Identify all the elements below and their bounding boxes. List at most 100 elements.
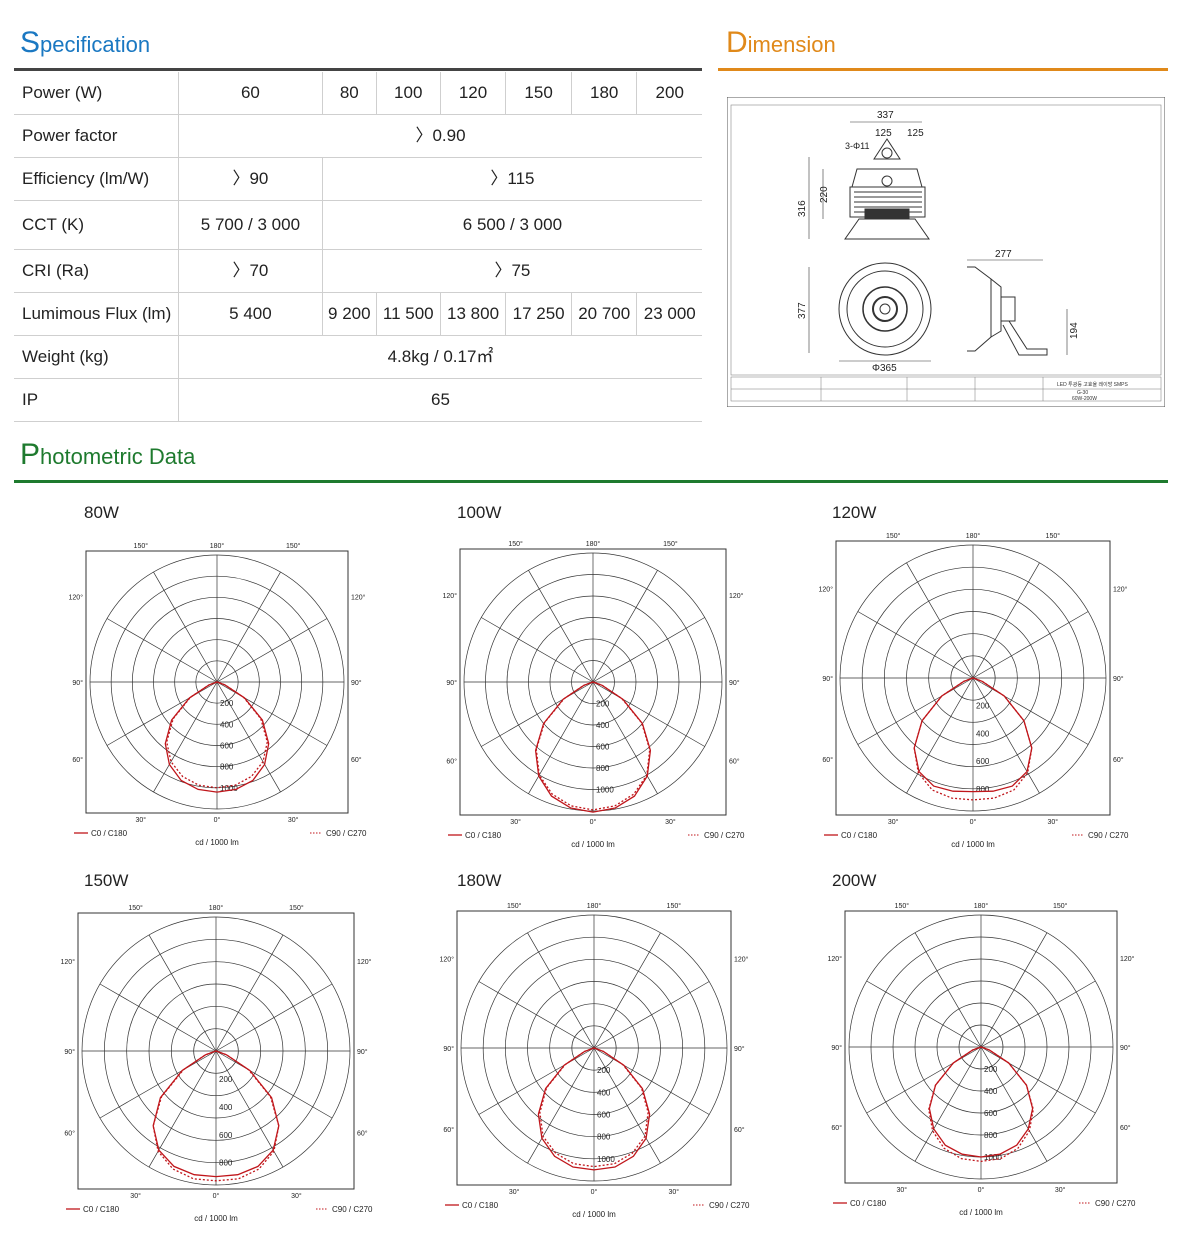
polar-angle-label: 90°: [64, 1048, 75, 1056]
spec-cell: 13 800: [440, 292, 507, 336]
polar-spoke: [906, 677, 974, 794]
polar-angle-label: 90°: [822, 675, 833, 683]
polar-angle-label: 90°: [351, 679, 362, 687]
spec-cell: 〉70: [178, 249, 323, 293]
spec-cell: 5 400: [178, 292, 323, 336]
polar-angle-label: 180°: [966, 532, 981, 540]
polar-angle-label: 150°: [895, 902, 910, 910]
polar-angle-label: 60°: [72, 756, 83, 764]
polar-tick-label: 600: [219, 1131, 233, 1140]
polar-unit-label: cd / 1000 lm: [951, 840, 995, 849]
polar-angle-label: 150°: [286, 542, 301, 550]
polar-angle-label: 90°: [734, 1045, 745, 1053]
polar-spoke: [593, 981, 710, 1049]
spec-row-label: IP: [14, 378, 179, 422]
polar-spoke: [478, 1047, 595, 1115]
polar-chart-title: 100W: [457, 503, 502, 522]
polar-angle-label: 120°: [61, 958, 76, 966]
spec-row: CRI (Ra) 〉70 〉75: [14, 249, 702, 293]
spec-row-label: CRI (Ra): [14, 249, 179, 293]
dim-diameter: Φ365: [872, 363, 897, 374]
spec-cell: 80: [322, 72, 377, 115]
spec-cell: 120: [440, 72, 507, 115]
polar-angle-label: 0°: [214, 816, 221, 824]
polar-spoke: [216, 681, 328, 746]
polar-angle-label: 150°: [1046, 532, 1061, 540]
polar-angle-label: 30°: [888, 818, 899, 826]
spec-cell: 5 700 / 3 000: [178, 200, 323, 250]
polar-tick-label: 1000: [596, 786, 614, 795]
polar-angle-label: 120°: [69, 593, 84, 601]
spec-cell: 〉0.90: [178, 114, 702, 158]
polar-angle-label: 120°: [1113, 586, 1128, 594]
legend-c90-label: C90 / C270: [1095, 1199, 1136, 1208]
polar-angle-label: 60°: [64, 1129, 75, 1137]
polar-tick-label: 400: [220, 720, 234, 729]
polar-chart-title: 80W: [84, 503, 119, 522]
polar-spoke: [972, 611, 1089, 679]
spec-row-label: Power factor: [14, 114, 179, 158]
polar-angle-label: 0°: [591, 1188, 598, 1196]
polar-chart: 180° 150° 150° 0° 30° 30° 120° 120° 90° 90° 60° 60°…: [61, 904, 374, 1223]
polar-chart: 180° 150° 150° 0° 30° 30° 120° 120° 90° 90° 60° 60°…: [69, 542, 368, 847]
polar-angle-label: 120°: [729, 592, 744, 600]
polar-angle-label: 90°: [72, 679, 83, 687]
polar-spoke: [527, 932, 595, 1049]
spec-cell: 〉75: [322, 249, 702, 293]
side-view: [967, 259, 1068, 356]
spec-row-label: Lumimous Flux (lm): [14, 292, 179, 336]
legend-c0-label: C0 / C180: [465, 831, 502, 840]
dimension-title-cap: D: [726, 26, 748, 59]
spec-cell: 60: [178, 72, 323, 115]
spec-row: CCT (K) 5 700 / 3 000 6 500 / 3 000: [14, 200, 702, 250]
polar-unit-label: cd / 1000 lm: [572, 1210, 616, 1219]
polar-chart-title: 180W: [457, 871, 502, 890]
spec-cell: 4.8kg / 0.17㎡: [178, 335, 702, 379]
polar-angle-label: 30°: [665, 818, 676, 826]
polar-spoke: [980, 980, 1096, 1048]
front-view: [808, 121, 930, 240]
polar-angle-label: 150°: [1053, 902, 1068, 910]
polar-tick-label: 600: [596, 743, 610, 752]
dim-flange-a: 125: [875, 128, 892, 139]
legend-c0-label: C0 / C180: [83, 1205, 120, 1214]
spec-cell: 150: [505, 72, 572, 115]
spec-cell: 9 200: [322, 292, 377, 336]
polar-chart-title: 150W: [84, 871, 129, 890]
polar-spoke: [216, 618, 328, 683]
polar-angle-label: 60°: [1120, 1124, 1131, 1132]
polar-tick-label: 200: [976, 702, 990, 711]
polar-angle-label: 30°: [291, 1192, 302, 1200]
specification-table: Power (W) 60 80 100 120 150 180 200 Power factor…: [14, 72, 702, 422]
polar-spoke: [593, 1047, 710, 1115]
spec-row: Efficiency (lm/W) 〉90 〉115: [14, 157, 702, 201]
photometric-title: Photometric Data: [20, 438, 195, 472]
polar-angle-label: 90°: [446, 679, 457, 687]
polar-angle-label: 90°: [443, 1045, 454, 1053]
polar-tick-label: 600: [597, 1111, 611, 1120]
polar-tick-label: 600: [984, 1109, 998, 1118]
polar-angle-label: 150°: [507, 902, 522, 910]
polar-angle-label: 150°: [128, 904, 143, 912]
polar-spoke: [216, 571, 281, 683]
polar-spoke: [215, 934, 284, 1052]
polar-spoke: [153, 681, 218, 793]
polar-spoke: [481, 617, 594, 683]
polar-angle-label: 60°: [1113, 756, 1124, 764]
polar-spoke: [592, 570, 658, 683]
polar-spoke: [914, 1046, 982, 1162]
polar-angle-label: 0°: [978, 1186, 985, 1194]
polar-angle-label: 180°: [586, 540, 601, 548]
spec-row: Weight (kg) 4.8kg / 0.17㎡: [14, 335, 702, 379]
title-block-product: LED 투광등 고효율 레이방 SMPS: [1057, 381, 1129, 388]
polar-spoke: [528, 681, 594, 794]
polar-tick-label: 800: [220, 763, 234, 772]
polar-spoke: [866, 980, 982, 1048]
polar-tick-label: 400: [219, 1103, 233, 1112]
polar-angle-label: 30°: [509, 1188, 520, 1196]
polar-spoke: [478, 981, 595, 1049]
polar-angle-label: 120°: [734, 956, 749, 964]
polar-angle-label: 30°: [130, 1192, 141, 1200]
polar-angle-label: 150°: [663, 540, 678, 548]
polar-spoke: [527, 1047, 595, 1164]
